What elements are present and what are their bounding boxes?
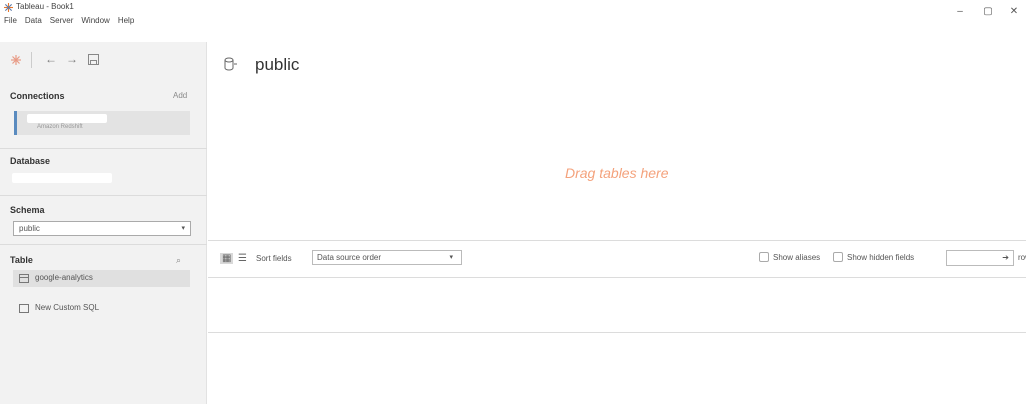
back-arrow-icon[interactable]: ← [45,52,57,66]
close-button[interactable]: ✕ [1007,6,1021,17]
tableau-home-icon[interactable] [10,54,22,66]
rows-label: row [1018,253,1026,262]
toolbar-separator [31,52,32,68]
database-heading: Database [10,156,51,166]
drag-tables-hint: Drag tables here [565,165,669,181]
title-bar: Tableau - Book1 – ▢ ✕ File Data Server W… [0,0,1026,26]
schema-selected-value: public [19,224,40,233]
new-custom-sql-label: New Custom SQL [35,303,100,312]
search-icon[interactable]: ⌕ [176,255,181,266]
datasource-name[interactable]: public [255,55,299,75]
sort-selected-value: Data source order [317,253,382,262]
section-divider [0,244,207,245]
connection-item[interactable]: Amazon Redshift [14,111,190,135]
sort-fields-label: Sort fields [256,254,292,263]
connections-heading: Connections [10,91,65,101]
section-divider [0,148,207,149]
minimize-button[interactable]: – [953,6,967,17]
menu-bar: File Data Server Window Help [0,15,138,27]
data-grid-toolbar: ▦ ☰ Sort fields Data source order ▾ Show… [208,240,1026,278]
grid-view-icon[interactable]: ▦ [220,253,234,264]
show-aliases-checkbox[interactable] [759,252,769,262]
new-custom-sql-item[interactable]: New Custom SQL [13,301,190,317]
custom-sql-icon [19,304,29,313]
table-icon [19,274,29,283]
chevron-down-icon: ▾ [181,225,185,232]
table-name: google-analytics [35,273,93,282]
menu-server[interactable]: Server [46,15,78,27]
table-heading: Table [10,255,33,265]
menu-file[interactable]: File [0,15,21,27]
list-view-icon[interactable]: ☰ [238,253,247,264]
table-list-item[interactable]: google-analytics [13,270,190,287]
connection-type-label: Amazon Redshift [37,124,83,130]
chevron-down-icon: ▾ [449,254,453,261]
tableau-logo-icon [4,3,13,12]
rows-count-input[interactable]: ➔ [946,250,1014,266]
connection-name-redacted [27,114,107,123]
sort-fields-dropdown[interactable]: Data source order ▾ [312,250,462,265]
sidebar-toolbar: ← → [0,42,207,80]
window-title: Tableau - Book1 [16,2,74,11]
maximize-button[interactable]: ▢ [981,6,995,17]
datasource-cylinder-icon [224,57,237,71]
show-hidden-fields-checkbox[interactable] [833,252,843,262]
save-icon[interactable] [88,54,99,65]
menu-window[interactable]: Window [77,15,113,27]
database-name-redacted[interactable] [12,173,112,183]
menu-data[interactable]: Data [21,15,46,27]
add-connection-link[interactable]: Add [173,91,187,100]
data-grid[interactable] [208,279,1026,333]
section-divider [0,195,207,196]
show-hidden-fields-label: Show hidden fields [847,253,915,262]
schema-heading: Schema [10,205,45,215]
show-aliases-label: Show aliases [773,253,821,262]
schema-dropdown[interactable]: public ▾ [13,221,191,236]
forward-arrow-icon[interactable]: → [66,52,78,66]
arrow-right-icon[interactable]: ➔ [1002,253,1009,262]
menu-help[interactable]: Help [114,15,138,27]
